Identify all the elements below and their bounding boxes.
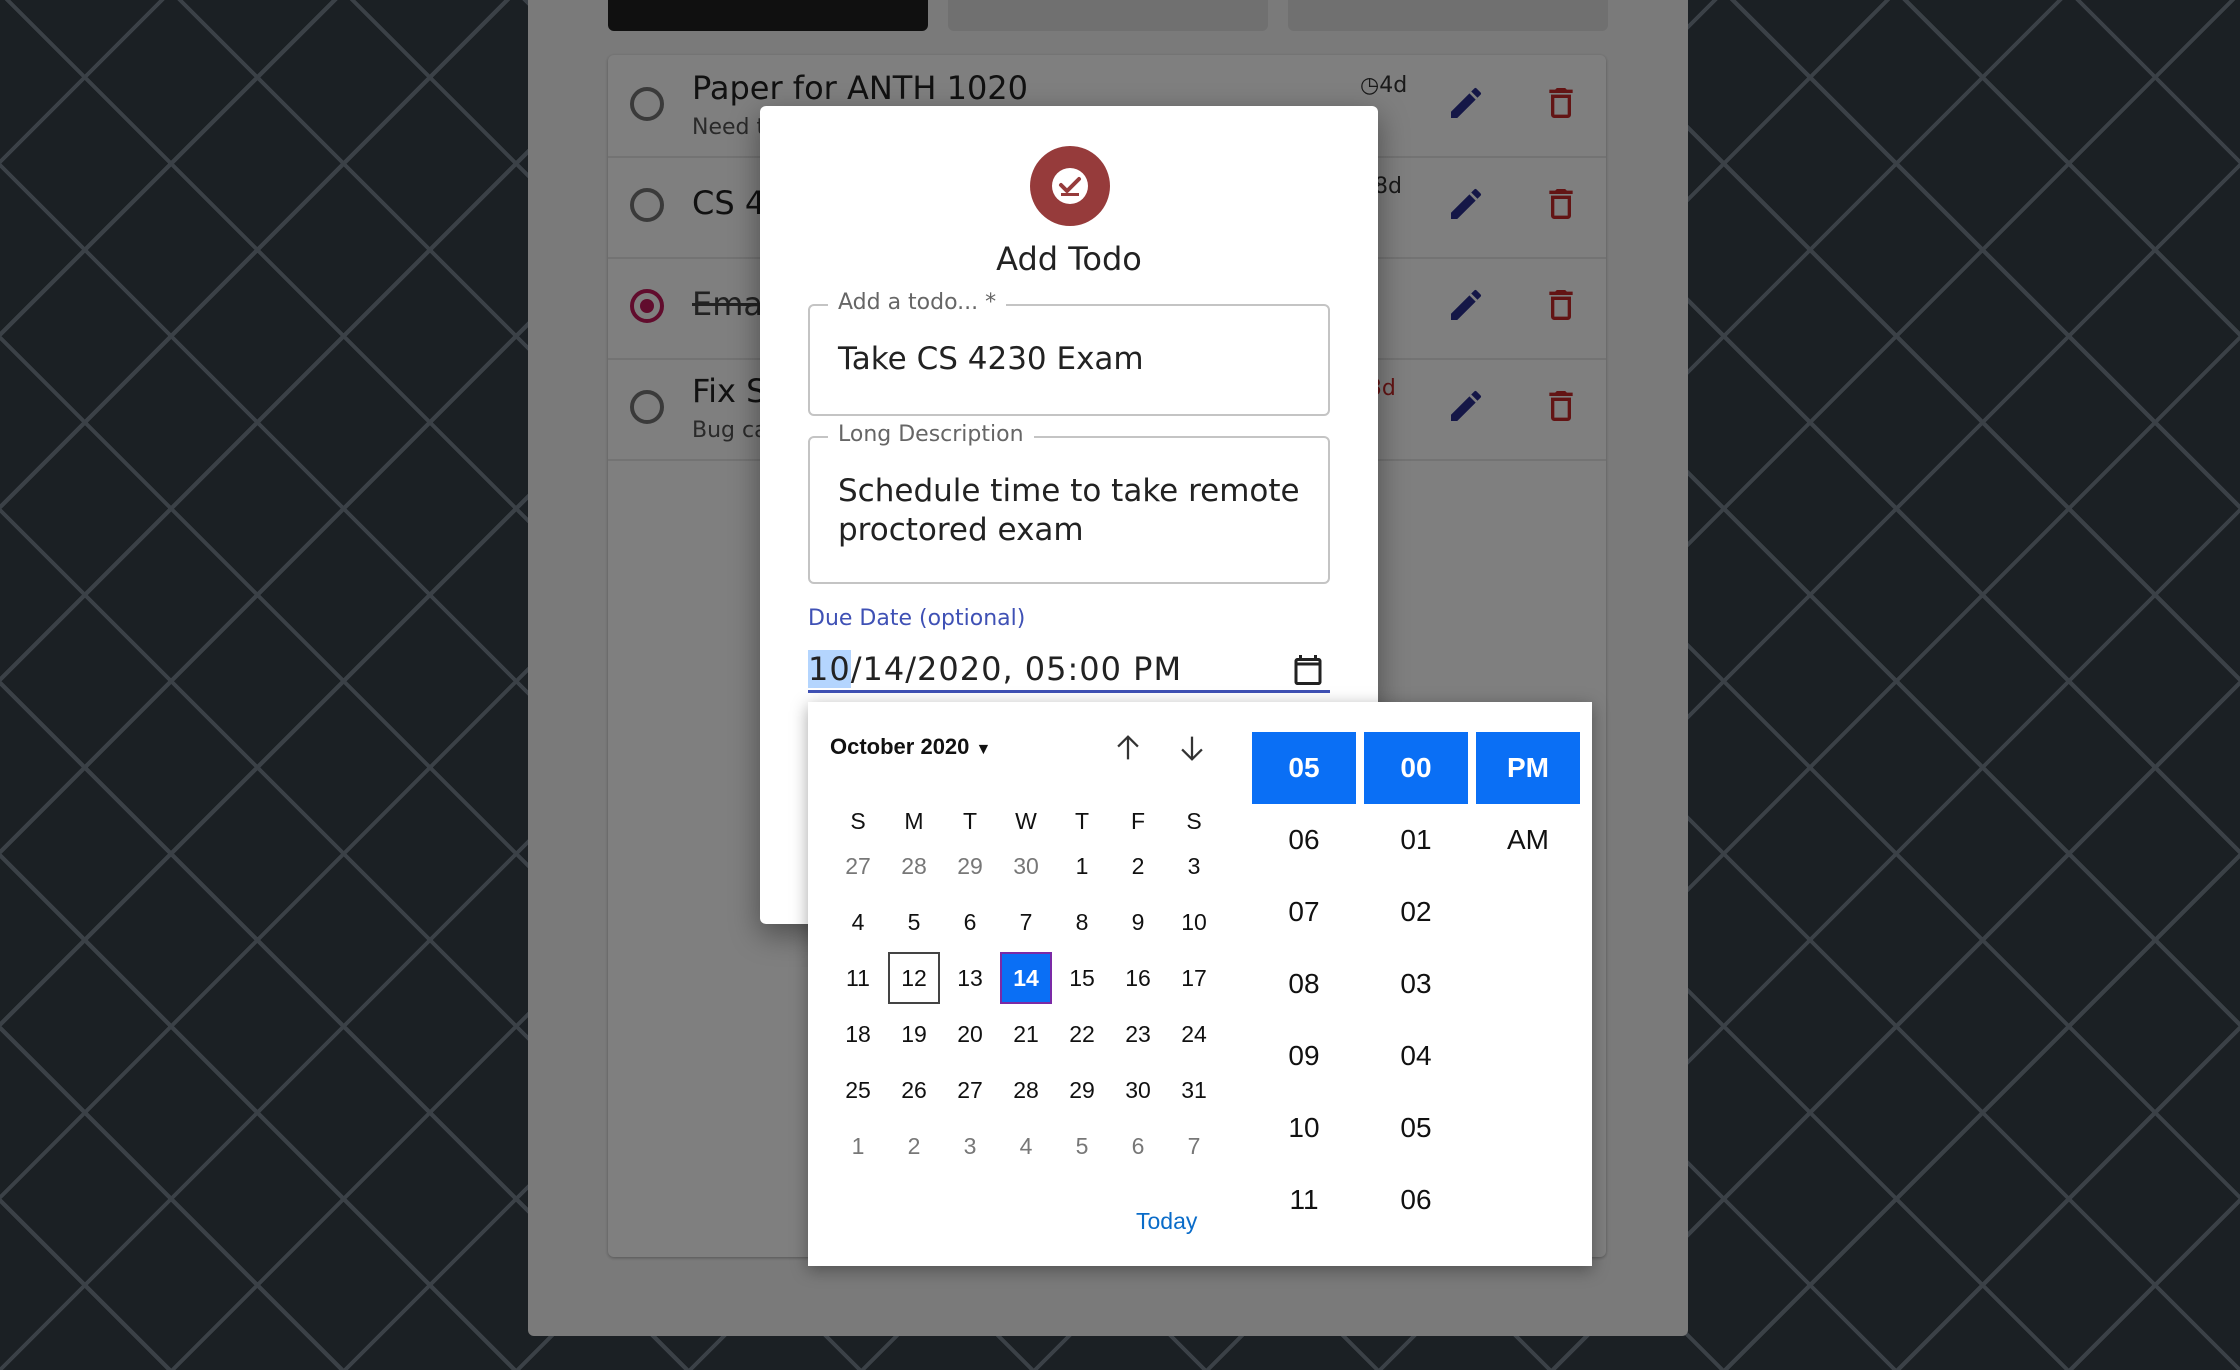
calendar-day[interactable]: 3: [1166, 838, 1222, 894]
calendar-day[interactable]: 1: [830, 1118, 886, 1174]
calendar-day[interactable]: 15: [1054, 950, 1110, 1006]
datetime-picker: October 2020 ▼ S M T W T F S 27 28 29 30…: [808, 702, 1592, 1266]
calendar-day[interactable]: 24: [1166, 1006, 1222, 1062]
calendar-week: 27 28 29 30 1 2 3: [830, 838, 1222, 894]
calendar-day[interactable]: 5: [886, 894, 942, 950]
calendar-day[interactable]: 4: [998, 1118, 1054, 1174]
meridiem-option-selected[interactable]: PM: [1476, 732, 1580, 804]
hour-option[interactable]: 08: [1252, 948, 1356, 1020]
weekday-label: T: [1074, 808, 1090, 834]
todo-input-value: Take CS 4230 Exam: [838, 341, 1144, 377]
arrow-up-icon: [1117, 735, 1139, 760]
due-date-input[interactable]: 10/14/2020, 05:00 PM: [808, 640, 1330, 693]
weekday-label: W: [1015, 808, 1037, 834]
today-button[interactable]: Today: [1136, 1208, 1197, 1235]
previous-month-button[interactable]: [1108, 728, 1148, 768]
calendar-day[interactable]: 28: [886, 838, 942, 894]
calendar-day[interactable]: 27: [830, 838, 886, 894]
calendar-day[interactable]: 2: [886, 1118, 942, 1174]
minute-option[interactable]: 03: [1364, 948, 1468, 1020]
weekday-label: T: [962, 808, 978, 834]
weekday-label: F: [1130, 808, 1146, 834]
calendar-day[interactable]: 29: [1054, 1062, 1110, 1118]
calendar-day[interactable]: 18: [830, 1006, 886, 1062]
calendar-day[interactable]: 9: [1110, 894, 1166, 950]
minute-option[interactable]: 01: [1364, 804, 1468, 876]
next-month-button[interactable]: [1172, 728, 1212, 768]
calendar-day[interactable]: 4: [830, 894, 886, 950]
calendar-week: 11 12 13 14 15 16 17: [830, 950, 1222, 1006]
calendar-week: 18 19 20 21 22 23 24: [830, 1006, 1222, 1062]
meridiem-column: PM AM: [1476, 732, 1580, 876]
calendar-day[interactable]: 29: [942, 838, 998, 894]
minute-option[interactable]: 05: [1364, 1092, 1468, 1164]
description-input-label: Long Description: [828, 422, 1034, 447]
todo-input[interactable]: Add a todo... * Take CS 4230 Exam: [808, 290, 1330, 416]
caret-down-icon: ▼: [975, 741, 992, 758]
minute-option[interactable]: 02: [1364, 876, 1468, 948]
dialog-title: Add Todo: [996, 240, 1142, 278]
calendar-day[interactable]: 2: [1110, 838, 1166, 894]
minute-option[interactable]: 06: [1364, 1164, 1468, 1236]
calendar-day[interactable]: 20: [942, 1006, 998, 1062]
calendar-day[interactable]: 7: [998, 894, 1054, 950]
description-input-value: Schedule time to take remote proctored e…: [838, 473, 1300, 548]
arrow-down-icon: [1181, 736, 1203, 761]
hour-option[interactable]: 10: [1252, 1092, 1356, 1164]
calendar-day-today[interactable]: 12: [886, 950, 942, 1006]
weekday-label: S: [850, 808, 866, 834]
calendar-day[interactable]: 8: [1054, 894, 1110, 950]
minute-option-selected[interactable]: 00: [1364, 732, 1468, 804]
weekday-label: M: [904, 808, 924, 834]
calendar-day[interactable]: 7: [1166, 1118, 1222, 1174]
calendar-day[interactable]: 13: [942, 950, 998, 1006]
calendar-icon[interactable]: [1290, 652, 1326, 692]
calendar-day[interactable]: 19: [886, 1006, 942, 1062]
calendar-day[interactable]: 23: [1110, 1006, 1166, 1062]
calendar-day[interactable]: 6: [1110, 1118, 1166, 1174]
weekday-header: S M T W T F S: [830, 808, 1222, 835]
minute-option[interactable]: 04: [1364, 1020, 1468, 1092]
calendar-day-selected[interactable]: 14: [998, 950, 1054, 1006]
calendar-day[interactable]: 17: [1166, 950, 1222, 1006]
description-input[interactable]: Long Description Schedule time to take r…: [808, 422, 1330, 584]
calendar-day[interactable]: 30: [998, 838, 1054, 894]
calendar-day[interactable]: 30: [1110, 1062, 1166, 1118]
calendar-day[interactable]: 3: [942, 1118, 998, 1174]
calendar-day[interactable]: 1: [1054, 838, 1110, 894]
calendar-week: 25 26 27 28 29 30 31: [830, 1062, 1222, 1118]
hour-column: 05 06 07 08 09 10 11: [1252, 732, 1356, 1236]
calendar-day[interactable]: 27: [942, 1062, 998, 1118]
hour-option[interactable]: 11: [1252, 1164, 1356, 1236]
todo-check-icon: [1030, 146, 1110, 226]
calendar-day[interactable]: 16: [1110, 950, 1166, 1006]
due-date-value: 10/14/2020, 05:00 PM: [808, 650, 1183, 688]
month-year-select[interactable]: October 2020 ▼: [830, 734, 991, 760]
calendar-day[interactable]: 6: [942, 894, 998, 950]
calendar-week: 1 2 3 4 5 6 7: [830, 1118, 1222, 1174]
calendar-day[interactable]: 22: [1054, 1006, 1110, 1062]
meridiem-option[interactable]: AM: [1476, 804, 1580, 876]
calendar-day[interactable]: 28: [998, 1062, 1054, 1118]
due-date-label: Due Date (optional): [808, 606, 1026, 631]
todo-input-label: Add a todo... *: [828, 290, 1007, 315]
calendar-week: 4 5 6 7 8 9 10: [830, 894, 1222, 950]
calendar-day[interactable]: 26: [886, 1062, 942, 1118]
hour-option[interactable]: 06: [1252, 804, 1356, 876]
weekday-label: S: [1186, 808, 1202, 834]
calendar-day[interactable]: 11: [830, 950, 886, 1006]
calendar-day[interactable]: 10: [1166, 894, 1222, 950]
calendar-day[interactable]: 25: [830, 1062, 886, 1118]
hour-option[interactable]: 09: [1252, 1020, 1356, 1092]
calendar-day[interactable]: 21: [998, 1006, 1054, 1062]
calendar-day[interactable]: 5: [1054, 1118, 1110, 1174]
hour-option-selected[interactable]: 05: [1252, 732, 1356, 804]
calendar-day[interactable]: 31: [1166, 1062, 1222, 1118]
hour-option[interactable]: 07: [1252, 876, 1356, 948]
minute-column: 00 01 02 03 04 05 06: [1364, 732, 1468, 1236]
